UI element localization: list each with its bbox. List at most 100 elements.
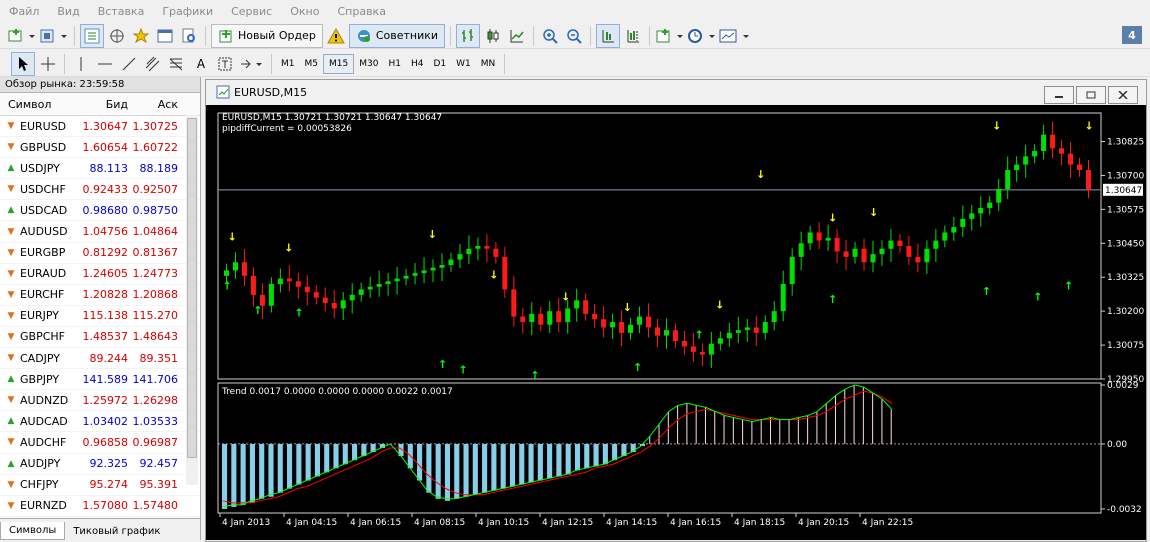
market-watch-row[interactable]: ▼ AUDCHF 0.96858 0.96987	[0, 432, 200, 454]
symbol-cell: ▼ AUDCHF	[0, 436, 80, 449]
fibonacci-icon[interactable]	[166, 53, 188, 75]
histogram-bar	[528, 443, 534, 483]
timeframe-m30[interactable]: M30	[354, 55, 383, 73]
symbol-cell: ▲ USDJPY	[0, 162, 80, 175]
arrow-down-icon: ▼	[7, 437, 15, 448]
zoom-in-icon[interactable]	[539, 25, 561, 47]
candlestick-icon[interactable]	[482, 25, 504, 47]
window-count-badge[interactable]: 4	[1122, 26, 1142, 44]
histogram-bar	[816, 411, 818, 444]
new-order-button[interactable]: Новый Ордер	[211, 23, 323, 48]
line-chart-icon[interactable]	[506, 25, 528, 47]
vertical-line-icon[interactable]	[70, 53, 92, 75]
column-ask[interactable]: Аск	[128, 98, 178, 111]
market-watch-row[interactable]: ▼ CHFJPY 95.274 95.391	[0, 475, 200, 496]
timeframe-m15[interactable]: M15	[323, 53, 355, 74]
market-watch-row[interactable]: ▼ EURUSD 1.30647 1.30725	[0, 116, 200, 138]
timeframe-d1[interactable]: D1	[428, 55, 451, 73]
indicators-icon[interactable]	[655, 25, 685, 47]
periods-icon[interactable]	[687, 25, 717, 47]
text-icon[interactable]: A	[190, 53, 212, 75]
market-watch-icon[interactable]	[80, 23, 104, 48]
favorites-icon[interactable]	[130, 25, 152, 47]
profiles-icon[interactable]	[39, 25, 69, 47]
sell-signal-arrow: ↓	[561, 290, 570, 303]
market-watch-row[interactable]: ▲ GBPJPY 141.589 141.706	[0, 369, 200, 391]
market-watch-row[interactable]: ▼ EURCHF 1.20828 1.20868	[0, 285, 200, 306]
timeframe-h1[interactable]: H1	[383, 55, 406, 73]
market-watch-row[interactable]: ▼ AUDUSD 1.04756 1.04864	[0, 221, 200, 243]
indicator-tick-label: -0.0032	[1107, 505, 1142, 515]
menu-tools[interactable]: Сервис	[222, 5, 281, 18]
symbol-cell: ▼ AUDUSD	[0, 225, 80, 238]
candle-body	[331, 303, 337, 309]
timeframe-m5[interactable]: M5	[300, 55, 324, 73]
crosshair-icon[interactable]	[37, 53, 59, 75]
histogram-bar	[723, 415, 725, 444]
timeframe-w1[interactable]: W1	[451, 55, 476, 73]
scrollbar-thumb[interactable]	[187, 118, 197, 458]
menu-window[interactable]: Окно	[281, 5, 328, 18]
bid-cell: 1.04756	[82, 225, 129, 239]
market-watch-row[interactable]: ▼ EURGBP 0.81292 0.81367	[0, 243, 200, 264]
arrow-down-icon: ▼	[7, 479, 15, 490]
column-symbol[interactable]: Символ	[0, 98, 80, 111]
menu-insert[interactable]: Вставка	[89, 5, 154, 18]
candle-body	[601, 319, 607, 328]
candle-body	[807, 232, 813, 244]
market-watch-row[interactable]: ▲ AUDJPY 92.325 92.457	[0, 454, 200, 475]
timeframe-h4[interactable]: H4	[406, 55, 429, 73]
autoscroll-icon[interactable]	[596, 23, 621, 48]
chart-shift-icon[interactable]	[622, 25, 644, 47]
candle-body	[825, 237, 831, 241]
restore-button[interactable]	[1076, 86, 1106, 104]
templates-icon[interactable]	[719, 25, 751, 47]
market-watch-row[interactable]: ▲ AUDCAD 1.03402 1.03533	[0, 411, 200, 433]
new-chart-icon[interactable]	[7, 25, 37, 47]
arrows-icon[interactable]	[238, 53, 266, 75]
candle-body	[816, 232, 822, 241]
market-watch-row[interactable]: ▼ AUDNZD 1.25972 1.26298	[0, 390, 200, 412]
zoom-out-icon[interactable]	[563, 25, 585, 47]
market-watch-row[interactable]: ▼ GBPCHF 1.48537 1.48643	[0, 327, 200, 349]
tester-icon[interactable]	[178, 25, 200, 47]
chart-canvas[interactable]: 1.30825 1.30700 1.30575 1.30450 1.30325 1.302…	[206, 105, 1146, 540]
menu-charts[interactable]: Графики	[153, 5, 222, 18]
market-watch-row[interactable]: ▲ USDJPY 88.113 88.189	[0, 158, 200, 180]
close-button[interactable]	[1108, 86, 1138, 104]
trendline-icon[interactable]	[118, 53, 140, 75]
tab-tick-chart[interactable]: Тиковый график	[65, 523, 168, 540]
candle-body	[708, 343, 714, 355]
text-label-icon[interactable]	[214, 53, 236, 75]
market-watch-row[interactable]: ▼ USDCHF 0.92433 0.92507	[0, 179, 200, 201]
market-watch-row[interactable]: ▼ EURNZD 1.57080 1.57480	[0, 496, 200, 517]
toolbar-separator	[74, 25, 75, 46]
experts-button[interactable]: Советники	[348, 23, 446, 48]
navigator-icon[interactable]	[106, 25, 128, 47]
candle-body	[367, 286, 373, 290]
current-price-label: 1.30647	[1105, 186, 1142, 196]
terminal-icon[interactable]	[154, 25, 176, 47]
market-watch-row[interactable]: ▲ USDCAD 0.98680 0.98750	[0, 200, 200, 222]
market-watch-row[interactable]: ▼ GBPUSD 1.60654 1.60722	[0, 137, 200, 159]
timeframe-m1[interactable]: M1	[276, 55, 300, 73]
menu-help[interactable]: Справка	[328, 5, 394, 18]
market-watch-scrollbar[interactable]	[186, 115, 198, 485]
market-watch-row[interactable]: ▼ EURJPY 115.138 115.270	[0, 306, 200, 327]
menu-view[interactable]: Вид	[48, 5, 88, 18]
menu-file[interactable]: Файл	[0, 5, 48, 18]
autotrading-warning-icon[interactable]	[325, 25, 347, 47]
close-icon	[1118, 91, 1128, 99]
candle-body	[340, 300, 346, 309]
market-watch-row[interactable]: ▼ EURAUD 1.24605 1.24773	[0, 264, 200, 285]
minimize-button[interactable]	[1044, 86, 1074, 104]
market-watch-row[interactable]: ▼ CADJPY 89.244 89.351	[0, 348, 200, 370]
cursor-icon[interactable]	[11, 51, 35, 76]
bar-chart-icon[interactable]	[456, 23, 481, 48]
timeframe-mn[interactable]: MN	[476, 55, 501, 73]
tab-symbols[interactable]: Символы	[0, 522, 66, 540]
toolbar-separator	[504, 53, 506, 74]
column-bid[interactable]: Бид	[80, 98, 128, 111]
horizontal-line-icon[interactable]	[94, 53, 116, 75]
equidistant-channel-icon[interactable]	[142, 53, 164, 75]
